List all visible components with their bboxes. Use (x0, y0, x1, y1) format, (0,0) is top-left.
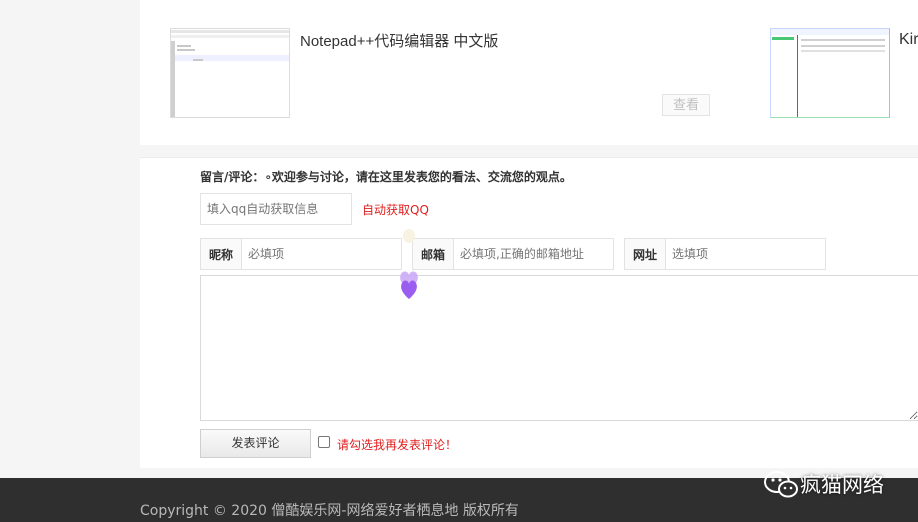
thumb-line (177, 49, 195, 51)
comment-textarea[interactable] (200, 275, 918, 421)
watermark-text: 疯猫网络 (800, 473, 884, 497)
qq-input[interactable] (200, 193, 352, 225)
article-thumbnail[interactable] (170, 28, 290, 118)
thumb-row (801, 45, 885, 47)
article-title[interactable]: Kir (899, 31, 918, 49)
thumb-gutter (171, 41, 175, 117)
comment-prompt: 留言/评论：∘欢迎参与讨论，请在这里发表您的看法、交流您的观点。 (200, 170, 572, 184)
agree-label: 请勾选我再发表评论！ (337, 438, 458, 452)
auto-fetch-qq-link[interactable]: 自动获取QQ (362, 201, 429, 218)
email-input[interactable] (454, 239, 613, 269)
view-button[interactable]: 查看 (662, 94, 710, 116)
thumb-sidebar (771, 35, 798, 117)
copyright-text: Copyright © 2020 僧酷娱乐网-网络爱好者栖息地 版权所有 (140, 503, 519, 519)
website-input[interactable] (666, 239, 825, 269)
thumb-row (801, 39, 885, 41)
submit-comment-button[interactable]: 发表评论 (200, 429, 311, 458)
thumb-toolbar (171, 35, 289, 38)
nickname-input[interactable] (242, 239, 401, 269)
email-field-group: 邮箱 (412, 238, 614, 270)
website-label: 网址 (625, 239, 667, 269)
thumb-menubar (171, 30, 289, 33)
nickname-label: 昵称 (201, 239, 243, 269)
heart-icon (400, 229, 418, 299)
thumb-row (801, 50, 885, 52)
website-field-group: 网址 (624, 238, 826, 270)
article-title[interactable]: Notepad++代码编辑器 中文版 (300, 30, 498, 51)
thumb-line (193, 59, 203, 61)
thumb-line (177, 45, 191, 47)
nickname-field-group: 昵称 (200, 238, 402, 270)
article-thumbnail[interactable] (770, 28, 890, 118)
thumb-sidebar-item (772, 37, 794, 40)
agree-checkbox[interactable] (318, 436, 330, 448)
